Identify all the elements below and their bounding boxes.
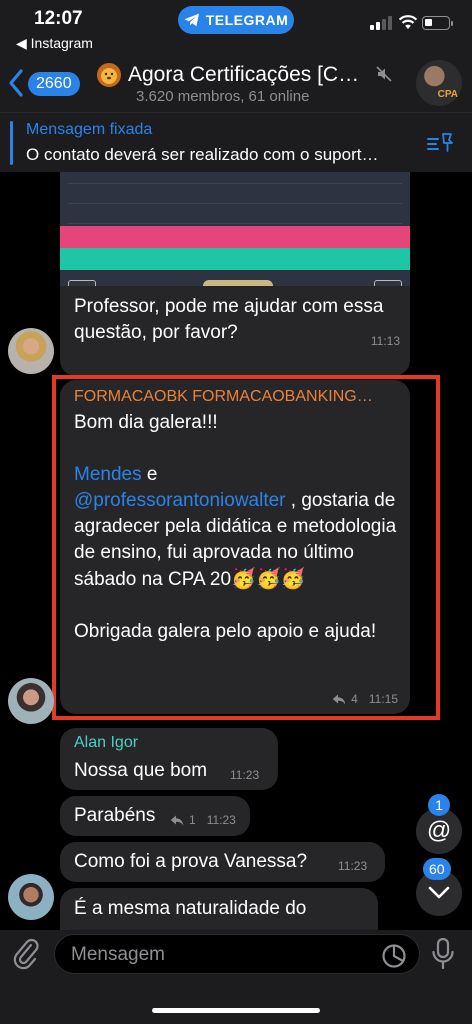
message-line: Obrigada galera pelo apoio e ajuda!: [74, 621, 377, 642]
chat-title-text: Agora Certificações [C…: [128, 63, 360, 86]
mention-count-badge: 1: [428, 794, 450, 816]
reply-count: 1: [189, 813, 196, 827]
pin-list-icon[interactable]: [426, 131, 454, 157]
avatar[interactable]: [8, 328, 54, 374]
avatar[interactable]: [8, 678, 54, 724]
message-time: 11:23: [230, 768, 260, 782]
message-bubble[interactable]: Como foi a prova Vanessa? 11:23: [60, 842, 385, 882]
highlighted-message[interactable]: FORMACAOBK FORMACAOBANKING… Bom dia gale…: [60, 380, 410, 714]
microphone-icon[interactable]: [430, 936, 456, 972]
pinned-text: O contato deverá ser realizado com o sup…: [26, 145, 379, 164]
member-count: 3.620 membros, 61 online: [136, 88, 310, 105]
message-time: 11:23: [338, 859, 368, 873]
composer-bar: [0, 930, 472, 1024]
unread-count-badge[interactable]: 2660: [28, 72, 80, 96]
reply-arrow-icon: [332, 694, 346, 704]
message-time: 11:23: [206, 813, 236, 827]
group-avatar[interactable]: CPA: [416, 60, 462, 106]
battery-icon: [422, 16, 453, 30]
wifi-icon: [398, 15, 418, 29]
message-text: Como foi a prova Vanessa?: [74, 851, 308, 872]
unread-messages-badge: 60: [423, 858, 451, 880]
pinned-message-banner[interactable]: Mensagem fixada O contato deverá ser rea…: [0, 112, 472, 172]
home-indicator: [152, 1008, 320, 1013]
message-time: 11:15: [368, 692, 398, 706]
question-screenshot-photo[interactable]: [60, 172, 410, 286]
pinned-indicator-bar: [10, 121, 13, 165]
reply-arrow-icon: [170, 815, 184, 825]
message-bubble[interactable]: É a mesma naturalidade do: [60, 888, 378, 930]
message-text: É a mesma naturalidade do: [74, 898, 307, 919]
telegram-pill[interactable]: TELEGRAM: [178, 6, 294, 34]
sticker-icon[interactable]: [381, 943, 407, 969]
message-meta[interactable]: 1 11:23: [170, 813, 236, 827]
chat-header: 2660 Agora Certificações [C… 3.620 membr…: [0, 56, 472, 112]
message-bubble[interactable]: Alan Igor Nossa que bom 11:23: [60, 728, 278, 790]
message-body: Bom dia galera!!! Mendes e @professorant…: [74, 410, 404, 645]
avatar[interactable]: [8, 874, 54, 920]
back-to-instagram-link[interactable]: ◀ Instagram: [16, 35, 93, 52]
message-list[interactable]: Professor, pode me ajudar com essa quest…: [0, 172, 472, 930]
message-line: Bom dia galera!!!: [74, 412, 218, 433]
partying-face-emoji: 🥳🥳🥳: [231, 568, 306, 590]
pinned-title: Mensagem fixada: [26, 121, 153, 138]
reply-count: 4: [351, 692, 358, 706]
message-meta[interactable]: 4 11:15: [332, 692, 398, 706]
back-chevron-icon[interactable]: [8, 66, 24, 100]
sender-name[interactable]: FORMACAOBK FORMACAOBANKING…: [74, 388, 394, 406]
cellular-signal-icon: [370, 14, 392, 30]
chevron-down-icon: [428, 886, 450, 899]
clock: 12:07: [34, 8, 83, 29]
telegram-pill-label: TELEGRAM: [205, 12, 289, 28]
image-caption: Professor, pode me ajudar com essa quest…: [74, 296, 384, 343]
at-sign-icon: @: [426, 817, 452, 844]
connector-text: e: [141, 464, 158, 485]
mention-link[interactable]: @professorantoniowalter: [74, 490, 286, 511]
lion-emoji-icon: [97, 63, 121, 87]
message-input-container[interactable]: [54, 934, 420, 974]
paperclip-icon[interactable]: [12, 936, 40, 972]
message-bubble[interactable]: Parabéns 1 11:23: [60, 796, 250, 836]
muted-speaker-icon: [376, 66, 392, 82]
telegram-plane-icon: [184, 13, 199, 27]
chat-title[interactable]: Agora Certificações [C…: [96, 62, 406, 88]
image-message[interactable]: Professor, pode me ajudar com essa quest…: [60, 172, 410, 376]
status-bar: 12:07 ◀ Instagram TELEGRAM: [0, 0, 472, 56]
message-time: 11:13: [370, 334, 400, 348]
message-text: Nossa que bom: [74, 760, 208, 781]
message-input[interactable]: [71, 943, 371, 967]
mention-link[interactable]: Mendes: [74, 464, 142, 485]
message-text: Parabéns: [74, 805, 156, 826]
sender-name[interactable]: Alan Igor: [74, 734, 138, 752]
